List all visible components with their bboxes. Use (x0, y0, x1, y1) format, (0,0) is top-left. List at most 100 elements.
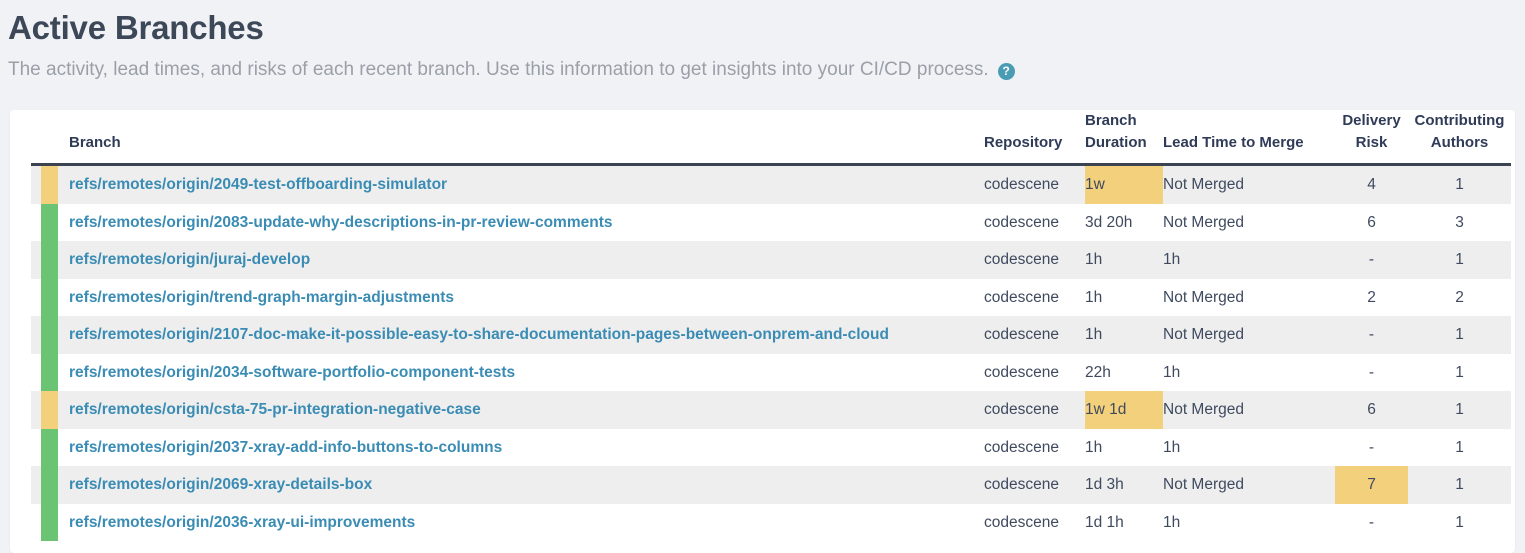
table-row[interactable]: refs/remotes/origin/2034-software-portfo… (31, 353, 1511, 392)
branch-status-bar (31, 391, 59, 429)
table-row[interactable]: refs/remotes/origin/2049-test-offboardin… (31, 164, 1511, 204)
cell-branch: refs/remotes/origin/2069-xray-details-bo… (59, 466, 984, 504)
cell-repository: codescene (984, 176, 1059, 194)
branches-card: Branch Repository Branch Duration Lead T… (10, 110, 1515, 553)
cell-contributing-authors: 1 (1455, 326, 1464, 344)
branch-status-bar (31, 165, 59, 204)
cell-repository: codescene (984, 363, 1059, 381)
cell-delivery-risk: - (1368, 438, 1375, 456)
column-header-branch[interactable]: Branch (59, 110, 984, 166)
column-header-lead-time-to-merge[interactable]: Lead Time to Merge (1163, 110, 1335, 166)
branch-link[interactable]: refs/remotes/origin/juraj-develop (69, 251, 310, 268)
table-row[interactable]: refs/remotes/origin/trend-graph-margin-a… (31, 278, 1511, 317)
help-circle-icon[interactable]: ? (997, 62, 1015, 80)
cell-repository: codescene (984, 476, 1059, 494)
branch-status-bar (31, 353, 59, 391)
cell-contributing-authors: 3 (1455, 213, 1464, 231)
cell-branch-duration: 1d 1h (1085, 513, 1124, 531)
status-indicator-green (41, 503, 58, 541)
cell-lead-time-to-merge: 1h (1163, 363, 1181, 381)
branch-status-bar (31, 203, 59, 241)
column-header-repository[interactable]: Repository (984, 110, 1085, 166)
cell-contributing-authors: 1 (1455, 401, 1464, 419)
cell-branch: refs/remotes/origin/2036-xray-ui-improve… (59, 504, 984, 542)
cell-branch: refs/remotes/origin/juraj-develop (59, 241, 984, 279)
column-header-status (31, 110, 59, 166)
cell-contributing-authors: 1 (1455, 363, 1464, 381)
cell-lead-time-to-merge: Not Merged (1163, 288, 1244, 306)
page-subtitle-text: The activity, lead times, and risks of e… (8, 59, 989, 80)
cell-branch: refs/remotes/origin/2049-test-offboardin… (59, 165, 984, 204)
branch-link[interactable]: refs/remotes/origin/2107-doc-make-it-pos… (69, 326, 889, 343)
cell-branch: refs/remotes/origin/csta-75-pr-integrati… (59, 391, 984, 429)
cell-delivery-risk: - (1368, 251, 1375, 269)
cell-lead-time-to-merge: 1h (1163, 251, 1181, 269)
cell-delivery-risk: 7 (1335, 466, 1408, 504)
status-indicator-amber (41, 391, 58, 429)
cell-delivery-risk: 6 (1367, 401, 1376, 419)
cell-branch: refs/remotes/origin/trend-graph-margin-a… (59, 279, 984, 317)
cell-branch: refs/remotes/origin/2083-update-why-desc… (59, 204, 984, 242)
table-row[interactable]: refs/remotes/origin/csta-75-pr-integrati… (31, 391, 1511, 429)
cell-lead-time-to-merge: 1h (1163, 513, 1181, 531)
cell-delivery-risk: - (1368, 513, 1375, 531)
cell-branch-duration: 1d 3h (1085, 476, 1124, 494)
cell-contributing-authors: 2 (1455, 288, 1464, 306)
table-row[interactable]: refs/remotes/origin/2037-xray-add-info-b… (31, 428, 1511, 466)
table-row[interactable]: refs/remotes/origin/2069-xray-details-bo… (31, 466, 1511, 504)
branch-status-bar (31, 278, 59, 316)
status-indicator-green (41, 353, 58, 391)
cell-branch: refs/remotes/origin/2107-doc-make-it-pos… (59, 316, 984, 354)
cell-repository: codescene (984, 251, 1059, 269)
branch-status-bar (31, 503, 59, 541)
status-indicator-green (41, 428, 58, 466)
status-indicator-amber (41, 166, 58, 204)
table-row[interactable]: refs/remotes/origin/2083-update-why-desc… (31, 203, 1511, 242)
active-branches-table: Branch Repository Branch Duration Lead T… (31, 110, 1511, 541)
active-branches-page: Active Branches The activity, lead times… (0, 0, 1525, 553)
table-header: Branch Repository Branch Duration Lead T… (31, 110, 1511, 166)
cell-lead-time-to-merge: Not Merged (1163, 476, 1244, 494)
cell-contributing-authors: 1 (1455, 251, 1464, 269)
column-header-delivery-risk[interactable]: Delivery Risk (1335, 110, 1408, 166)
cell-branch: refs/remotes/origin/2034-software-portfo… (59, 354, 984, 392)
column-header-branch-duration[interactable]: Branch Duration (1085, 110, 1163, 166)
cell-lead-time-to-merge: Not Merged (1163, 326, 1244, 344)
branch-status-bar (31, 316, 59, 354)
cell-delivery-risk: 2 (1367, 288, 1376, 306)
cell-branch-duration: 3d 20h (1085, 213, 1133, 231)
branch-link[interactable]: refs/remotes/origin/2083-update-why-desc… (69, 214, 612, 231)
table-row[interactable]: refs/remotes/origin/2036-xray-ui-improve… (31, 503, 1511, 542)
cell-contributing-authors: 1 (1455, 476, 1464, 494)
status-indicator-green (41, 316, 58, 354)
cell-contributing-authors: 1 (1455, 513, 1464, 531)
cell-branch-duration: 1w (1085, 164, 1163, 204)
branch-link[interactable]: refs/remotes/origin/trend-graph-margin-a… (69, 289, 454, 306)
cell-branch-duration: 22h (1085, 363, 1111, 381)
status-indicator-green (41, 203, 58, 241)
cell-repository: codescene (984, 513, 1059, 531)
column-header-contributing-authors[interactable]: Contributing Authors (1408, 110, 1511, 166)
branch-link[interactable]: refs/remotes/origin/2037-xray-add-info-b… (69, 439, 502, 456)
branch-link[interactable]: refs/remotes/origin/csta-75-pr-integrati… (69, 401, 481, 418)
branch-link[interactable]: refs/remotes/origin/2034-software-portfo… (69, 364, 515, 381)
cell-delivery-risk: 4 (1367, 176, 1376, 194)
table-row[interactable]: refs/remotes/origin/juraj-develop codesce… (31, 241, 1511, 279)
status-indicator-green (41, 241, 58, 279)
cell-repository: codescene (984, 288, 1059, 306)
cell-branch-duration: 1h (1085, 326, 1103, 344)
cell-branch-duration: 1w 1d (1085, 391, 1163, 429)
branch-status-bar (31, 466, 59, 504)
branch-link[interactable]: refs/remotes/origin/2036-xray-ui-improve… (69, 514, 415, 531)
page-title: Active Branches (8, 9, 264, 46)
cell-contributing-authors: 1 (1455, 176, 1464, 194)
status-indicator-green (41, 466, 58, 504)
branch-link[interactable]: refs/remotes/origin/2069-xray-details-bo… (69, 476, 372, 493)
branch-link[interactable]: refs/remotes/origin/2049-test-offboardin… (69, 176, 447, 193)
table-header-row: Branch Repository Branch Duration Lead T… (31, 110, 1511, 166)
cell-contributing-authors: 1 (1455, 438, 1464, 456)
cell-lead-time-to-merge: Not Merged (1163, 176, 1244, 194)
page-subtitle: The activity, lead times, and risks of e… (0, 48, 1525, 82)
table-row[interactable]: refs/remotes/origin/2107-doc-make-it-pos… (31, 316, 1511, 354)
cell-repository: codescene (984, 401, 1059, 419)
